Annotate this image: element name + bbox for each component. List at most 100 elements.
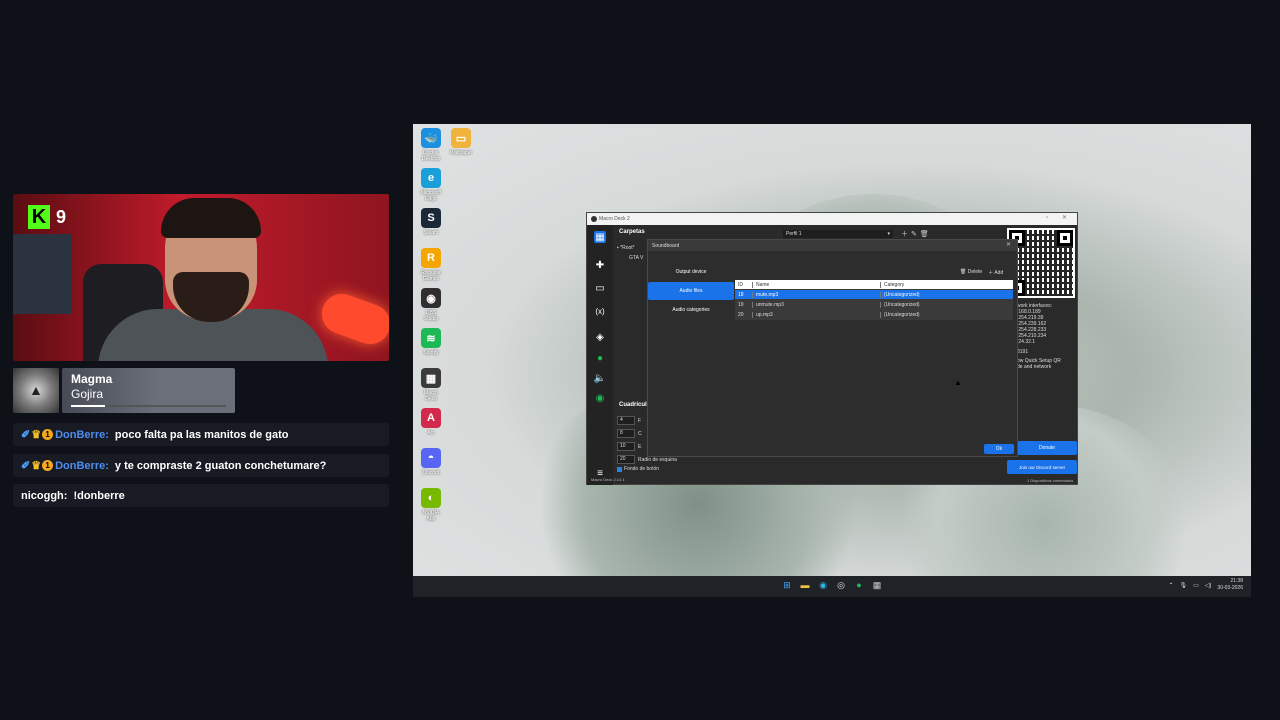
viewer-count: 9 — [56, 206, 67, 227]
sub-badge-icon: 1 — [42, 460, 54, 471]
variables-icon[interactable]: (x) — [594, 305, 606, 317]
chrome-icon[interactable]: ◎ — [835, 579, 847, 591]
desktop-shortcut[interactable]: S Steam — [418, 208, 444, 236]
soundboard-nav-item[interactable]: Audio categories — [648, 301, 734, 319]
chat-username[interactable]: DonBerre: — [55, 460, 109, 472]
desktop-shortcut[interactable]: R Rockstar Games — [418, 248, 444, 282]
checkbox-icon — [617, 466, 622, 472]
network-icon[interactable]: ▭ — [1193, 582, 1199, 589]
steam-icon: S — [421, 208, 441, 228]
close-icon[interactable]: ✕ — [1006, 241, 1011, 248]
soundboard-dialog: Soundboard ✕ Output device Audio files Aud… — [647, 239, 1018, 457]
ok-button[interactable]: Ok — [984, 444, 1014, 454]
window-controls[interactable]: ▫ ✕ — [1046, 214, 1073, 221]
table-cell: 19 — [735, 301, 753, 308]
discord-button[interactable]: Join our Discord server — [1007, 460, 1077, 474]
taskbar: ⊞ ▬ ◉ ◎ ● ▦ ⌃ 🎙 ▭ ◁) 21:38 30-03-2026 — [413, 576, 1251, 597]
profile-value: Perfil 1 — [786, 231, 802, 237]
profile-select[interactable]: Perfil 1 ▾ — [783, 230, 893, 238]
network-info: work interfaces: .168.0.189.254.219.39.25… — [1017, 303, 1061, 370]
button-background-checkbox[interactable]: Fondo de botón — [617, 466, 677, 472]
volume-icon[interactable]: ◁) — [1205, 582, 1212, 589]
background-monitor — [13, 234, 71, 314]
shortcut-label: NVIDIA App — [422, 510, 440, 522]
edge-icon: e — [421, 168, 441, 188]
desktop-shortcut[interactable]: e Microsoft Edge — [418, 168, 444, 202]
windows-start-icon[interactable]: ⊞ — [781, 579, 793, 591]
sub-badge-icon: 1 — [42, 429, 54, 440]
clock[interactable]: 21:38 30-03-2026 — [1217, 578, 1243, 592]
soundboard-icon[interactable]: 🔈 — [594, 372, 606, 384]
edge-icon[interactable]: ◉ — [817, 579, 829, 591]
artist-name: Gojira — [71, 387, 104, 401]
qr-finder — [1057, 230, 1073, 246]
devices-icon[interactable]: ▭ — [594, 282, 606, 294]
desktop-shortcut[interactable]: ◐ NVIDIA App — [418, 488, 444, 522]
obs-plugin-icon[interactable]: ◉ — [594, 392, 606, 404]
desktop-shortcut[interactable]: A Arc — [418, 408, 444, 436]
song-title: Magma — [71, 372, 113, 386]
song-progress-fill — [71, 405, 106, 407]
spotify-icon: ≋ — [421, 328, 441, 348]
number-stepper[interactable]: 10 — [617, 442, 635, 451]
profile-tools[interactable]: ＋✎🗑 — [901, 229, 932, 239]
column-header[interactable]: ID — [735, 281, 753, 288]
table-row[interactable]: 18 mute.mp3 (Uncategorized) — [735, 290, 1013, 300]
deck-grid-icon[interactable]: ▦ — [594, 231, 606, 243]
column-header[interactable]: Category — [881, 282, 1013, 288]
number-stepper[interactable]: 8 — [617, 429, 635, 438]
delete-button[interactable]: 🗑 Delete — [960, 269, 982, 276]
tree-folder[interactable]: GTA V — [617, 253, 643, 263]
chat-username[interactable]: DonBerre: — [55, 429, 109, 441]
desktop-shortcut[interactable]: 🐳 Docker Desktop — [418, 128, 444, 162]
spotify-icon[interactable]: ● — [853, 579, 865, 591]
spotify-plugin-icon[interactable]: ● — [594, 352, 606, 364]
microphone-icon[interactable]: 🎙 — [1180, 582, 1188, 589]
chat-text: y te compraste 2 guaton conchetumare? — [114, 459, 327, 472]
soundboard-nav-item[interactable]: Audio files — [648, 282, 734, 300]
rockstar-icon: R — [421, 248, 441, 268]
column-header[interactable]: Name — [753, 281, 881, 288]
shortcut-label: Spotify — [423, 350, 439, 356]
table-row[interactable]: 20 up.mp3 (Uncategorized) — [735, 310, 1013, 320]
soundboard-nav-item[interactable]: Output device — [648, 263, 734, 281]
desktop-shortcut[interactable]: ▭ Wallpaper — [448, 128, 474, 156]
info-line: 8191 — [1017, 349, 1029, 355]
soundboard-nav: Output device Audio files Audio categories — [648, 263, 734, 320]
setting-label: E — [638, 443, 642, 450]
extensions-icon[interactable]: ✚ — [594, 259, 606, 271]
microphone — [316, 288, 389, 350]
add-button[interactable]: ＋ Add — [988, 269, 1003, 276]
table-cell: unmute.mp3 — [753, 301, 881, 308]
now-playing-box: Magma Gojira — [62, 368, 235, 413]
file-explorer-icon[interactable]: ▬ — [799, 579, 811, 591]
desktop-shortcut[interactable]: ◓ Discord — [418, 448, 444, 476]
desktop-shortcut[interactable]: ◉ OBS Studio — [418, 288, 444, 322]
tree-root[interactable]: ▪ *Root* — [617, 243, 643, 253]
window-title: Macro Deck 2 — [599, 216, 630, 222]
chevron-up-icon[interactable]: ⌃ — [1168, 582, 1173, 589]
table-cell: (Uncategorized) — [884, 301, 920, 308]
shortcut-label: Microsoft Edge — [420, 190, 442, 202]
donate-button[interactable]: Donate — [1017, 441, 1077, 455]
number-stepper[interactable]: 20 — [617, 455, 635, 464]
streamer-hair — [161, 198, 261, 238]
shortcut-label: Steam — [423, 230, 439, 236]
chat-text: !donberre — [73, 489, 125, 502]
chat-username[interactable]: nicoggh: — [21, 490, 67, 502]
chat-badges: ✐ ♛ 1 — [21, 459, 54, 472]
plugin-icon[interactable]: ◈ — [594, 331, 606, 343]
table-row[interactable]: 19 unmute.mp3 (Uncategorized) — [735, 300, 1013, 310]
chat-badges: ✐ ♛ 1 — [21, 428, 54, 441]
number-stepper[interactable]: 4 — [617, 416, 635, 425]
macro-deck-taskbar-icon[interactable]: ▦ — [871, 579, 883, 591]
clock-date: 30-03-2026 — [1217, 585, 1243, 591]
desktop-shortcut[interactable]: ≋ Spotify — [418, 328, 444, 356]
nvidia-icon: ◐ — [421, 488, 441, 508]
macro-deck-icon: ▦ — [421, 368, 441, 388]
chat-message: ✐ ♛ 1 DonBerre: poco falta pa las manitos de… — [13, 423, 389, 446]
system-tray: ⌃ 🎙 ▭ ◁) 21:38 30-03-2026 — [1168, 578, 1243, 592]
grid-heading: Cuadrícula — [619, 402, 651, 408]
shortcut-label: Discord — [422, 470, 440, 476]
desktop-shortcut[interactable]: ▦ Macro Deck — [418, 368, 444, 402]
